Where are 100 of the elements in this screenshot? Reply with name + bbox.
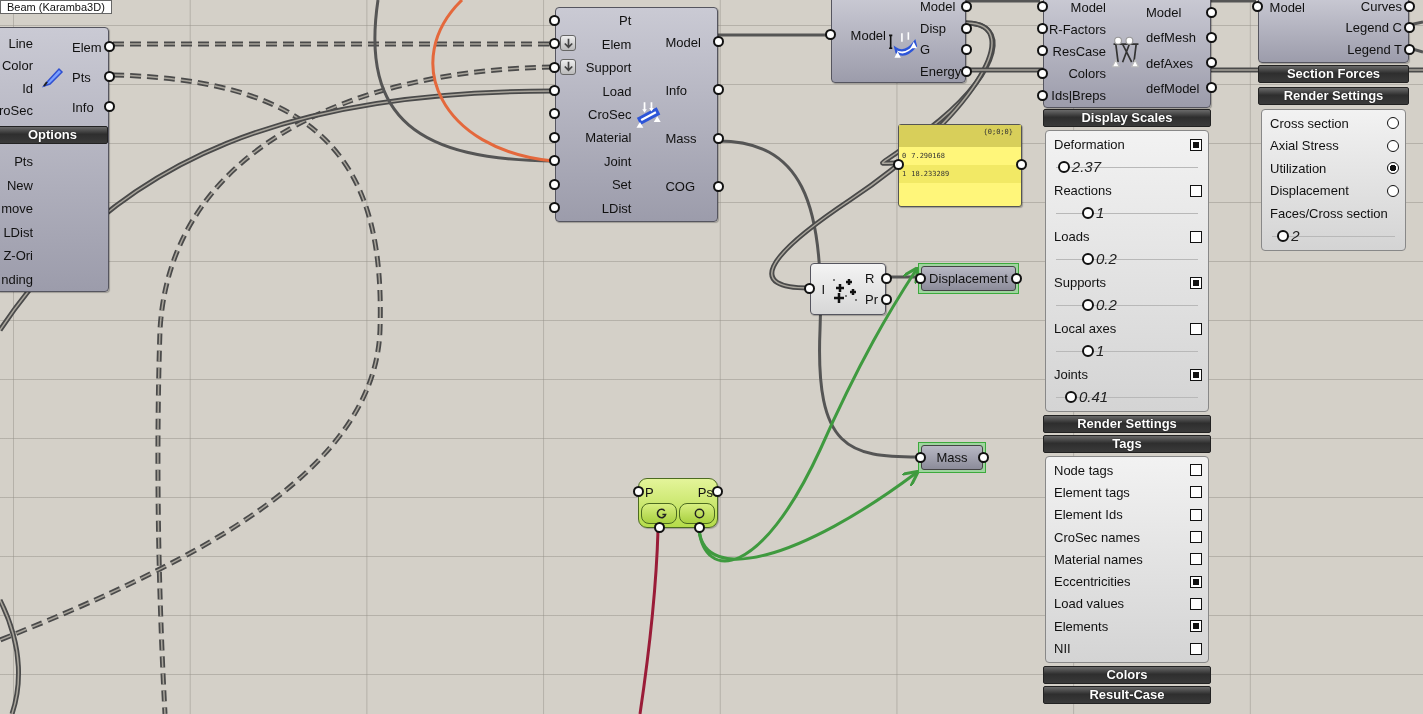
port-label: Legend T bbox=[1346, 41, 1403, 57]
checkbox[interactable] bbox=[1190, 531, 1202, 544]
slider-handle[interactable] bbox=[1081, 345, 1094, 357]
checkbox[interactable] bbox=[1190, 138, 1202, 151]
port-icon[interactable] bbox=[804, 283, 815, 294]
checkbox[interactable] bbox=[1190, 553, 1202, 566]
port-icon[interactable] bbox=[549, 38, 560, 50]
checkbox[interactable] bbox=[1190, 184, 1202, 197]
port-label: I bbox=[821, 281, 826, 297]
radio-button[interactable] bbox=[1387, 184, 1399, 197]
section-header[interactable]: Render Settings bbox=[1258, 87, 1409, 105]
port-icon[interactable] bbox=[1252, 1, 1263, 12]
port-icon[interactable] bbox=[1011, 273, 1022, 284]
section-header[interactable]: Result-Case bbox=[1043, 685, 1211, 704]
port-icon[interactable] bbox=[961, 22, 972, 34]
port-icon[interactable] bbox=[1037, 67, 1048, 79]
port-icon[interactable] bbox=[713, 36, 724, 48]
section-header[interactable]: Options bbox=[0, 126, 108, 144]
checkbox[interactable] bbox=[1190, 276, 1202, 289]
port-icon[interactable] bbox=[104, 101, 115, 112]
port-icon[interactable] bbox=[1037, 1, 1048, 13]
checkbox[interactable] bbox=[1190, 486, 1202, 499]
port-icon[interactable] bbox=[825, 29, 836, 40]
checkbox[interactable] bbox=[1190, 575, 1202, 588]
port-icon[interactable] bbox=[712, 486, 723, 497]
port-icon[interactable] bbox=[961, 44, 972, 55]
port-icon[interactable] bbox=[694, 522, 705, 533]
port-icon[interactable] bbox=[713, 132, 724, 144]
slider-handle[interactable] bbox=[1277, 229, 1290, 242]
port-icon[interactable] bbox=[978, 452, 989, 463]
flatten-button[interactable] bbox=[560, 58, 576, 75]
port-icon[interactable] bbox=[549, 14, 560, 26]
port-icon[interactable] bbox=[893, 159, 904, 170]
checkbox[interactable] bbox=[1190, 322, 1202, 335]
port-icon[interactable] bbox=[1206, 82, 1217, 94]
port-label: Info bbox=[664, 82, 688, 98]
port-icon[interactable] bbox=[713, 84, 724, 96]
slider-value: 0.2 bbox=[1095, 297, 1117, 313]
section-header[interactable]: Colors bbox=[1043, 665, 1211, 684]
port-icon[interactable] bbox=[549, 155, 560, 167]
port-icon[interactable] bbox=[1037, 23, 1048, 35]
checkbox[interactable] bbox=[1190, 464, 1202, 477]
port-icon[interactable] bbox=[549, 178, 560, 190]
port-label: roSec bbox=[0, 103, 34, 119]
port-icon[interactable] bbox=[915, 452, 926, 463]
section-header[interactable]: Tags bbox=[1043, 435, 1211, 453]
radio-button[interactable] bbox=[1387, 117, 1399, 130]
section-header[interactable]: Display Scales bbox=[1043, 109, 1211, 127]
flatten-button[interactable] bbox=[560, 35, 576, 52]
port-icon[interactable] bbox=[549, 202, 560, 214]
checkbox[interactable] bbox=[1190, 642, 1202, 655]
section-header[interactable]: Section Forces bbox=[1258, 65, 1409, 83]
port-icon[interactable] bbox=[633, 486, 644, 497]
port-icon[interactable] bbox=[961, 1, 972, 12]
toggle-button[interactable] bbox=[679, 503, 715, 524]
port-icon[interactable] bbox=[654, 522, 665, 533]
port-icon[interactable] bbox=[915, 273, 926, 284]
port-label: Colors bbox=[1068, 66, 1107, 82]
port-icon[interactable] bbox=[1037, 45, 1048, 57]
port-icon[interactable] bbox=[1404, 43, 1415, 55]
port-label: Model bbox=[664, 34, 701, 50]
port-icon[interactable] bbox=[961, 65, 972, 77]
port-label: Id bbox=[22, 80, 34, 96]
checkbox[interactable] bbox=[1190, 230, 1202, 243]
slider-handle[interactable] bbox=[1081, 299, 1094, 311]
port-icon[interactable] bbox=[104, 41, 115, 52]
toggle-button[interactable] bbox=[641, 503, 677, 524]
slider-handle[interactable] bbox=[1081, 207, 1094, 219]
section-header[interactable]: Render Settings bbox=[1043, 415, 1211, 433]
port-icon[interactable] bbox=[1206, 31, 1217, 43]
port-icon[interactable] bbox=[1206, 57, 1217, 69]
port-icon[interactable] bbox=[1404, 22, 1415, 34]
slider-handle[interactable] bbox=[1064, 391, 1077, 403]
port-icon[interactable] bbox=[1037, 89, 1048, 101]
port-icon[interactable] bbox=[1206, 6, 1217, 18]
param-box[interactable]: Displacement bbox=[921, 266, 1016, 291]
checkbox[interactable] bbox=[1190, 508, 1202, 521]
port-icon[interactable] bbox=[713, 180, 724, 192]
slider-handle[interactable] bbox=[1057, 161, 1070, 173]
port-icon[interactable] bbox=[104, 71, 115, 82]
radio-button[interactable] bbox=[1387, 162, 1399, 175]
port-label: Line bbox=[8, 35, 34, 51]
checkbox[interactable] bbox=[1190, 620, 1202, 633]
circle-icon bbox=[693, 507, 706, 520]
port-icon[interactable] bbox=[549, 85, 560, 97]
slider-handle[interactable] bbox=[1081, 253, 1094, 265]
checkbox[interactable] bbox=[1190, 597, 1202, 610]
port-icon[interactable] bbox=[1016, 159, 1027, 170]
port-icon[interactable] bbox=[549, 108, 560, 120]
option-label: Utilization bbox=[1270, 160, 1327, 176]
port-icon[interactable] bbox=[1404, 1, 1415, 12]
port-icon[interactable] bbox=[881, 294, 892, 305]
param-box[interactable]: Mass bbox=[921, 445, 983, 470]
option-label: Faces/Cross section bbox=[1270, 205, 1388, 221]
port-icon[interactable] bbox=[549, 131, 560, 143]
radio-button[interactable] bbox=[1387, 139, 1399, 152]
checkbox[interactable] bbox=[1190, 368, 1202, 381]
port-icon[interactable] bbox=[549, 61, 560, 73]
option-label: Node tags bbox=[1054, 462, 1114, 478]
port-icon[interactable] bbox=[881, 273, 892, 284]
